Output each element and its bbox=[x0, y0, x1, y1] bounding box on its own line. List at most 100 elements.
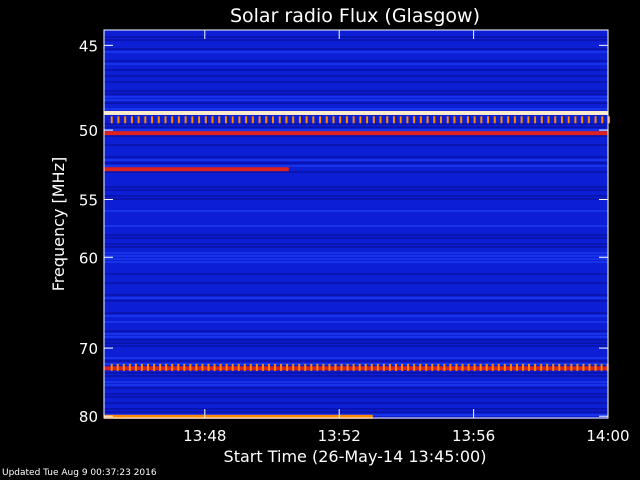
burst-mark bbox=[480, 116, 483, 124]
burst-mark bbox=[406, 116, 409, 124]
burst-mark bbox=[399, 116, 402, 124]
heatmap-background bbox=[104, 30, 608, 418]
heatmap-band bbox=[104, 396, 608, 398]
burst-mark bbox=[211, 116, 214, 124]
heatmap-band bbox=[104, 189, 608, 191]
heatmap-band bbox=[104, 357, 608, 359]
heatmap-band bbox=[104, 102, 608, 104]
heatmap-band bbox=[104, 108, 608, 110]
burst-mark bbox=[243, 363, 246, 371]
heatmap-band bbox=[104, 36, 608, 38]
burst-mark bbox=[552, 363, 555, 371]
heatmap-band bbox=[104, 144, 608, 146]
burst-mark bbox=[493, 116, 496, 124]
burst-mark bbox=[110, 116, 113, 124]
burst-mark bbox=[128, 363, 131, 371]
burst-mark bbox=[520, 116, 523, 124]
heatmap-band bbox=[104, 252, 608, 254]
heatmap-band bbox=[104, 333, 608, 335]
burst-mark bbox=[443, 363, 446, 371]
burst-mark bbox=[370, 363, 373, 371]
burst-mark bbox=[446, 116, 449, 124]
burst-mark bbox=[346, 363, 349, 371]
burst-mark bbox=[312, 116, 315, 124]
burst-mark bbox=[479, 363, 482, 371]
burst-mark bbox=[134, 363, 137, 371]
burst-mark bbox=[339, 116, 342, 124]
heatmap-band bbox=[104, 300, 608, 302]
heatmap-band bbox=[104, 171, 608, 173]
heatmap-band bbox=[104, 360, 608, 362]
burst-mark bbox=[587, 116, 590, 124]
burst-mark bbox=[564, 363, 567, 371]
burst-mark bbox=[485, 363, 488, 371]
burst-mark bbox=[319, 116, 322, 124]
burst-mark bbox=[600, 363, 603, 371]
spectrogram-chart: 45 50 55 60 70 80 13:48 13:52 13:56 14:00 Solar r… bbox=[49, 5, 630, 466]
burst-mark bbox=[328, 363, 331, 371]
heatmap-band bbox=[104, 198, 608, 200]
y-axis-label: Frequency [MHz] bbox=[49, 157, 68, 291]
burst-mark bbox=[231, 363, 234, 371]
burst-mark bbox=[503, 363, 506, 371]
burst-mark bbox=[419, 363, 422, 371]
burst-mark bbox=[419, 116, 422, 124]
heatmap-band bbox=[104, 393, 608, 395]
heatmap-band bbox=[104, 159, 608, 161]
heatmap-band bbox=[104, 408, 608, 410]
heatmap-band bbox=[104, 402, 608, 404]
burst-mark bbox=[224, 116, 227, 124]
burst-mark bbox=[298, 116, 301, 124]
heatmap-band bbox=[104, 210, 608, 212]
heatmap-band bbox=[104, 75, 608, 77]
heatmap-band bbox=[104, 387, 608, 389]
emission-line bbox=[104, 110, 608, 115]
burst-mark bbox=[487, 116, 490, 124]
burst-mark bbox=[280, 363, 283, 371]
burst-mark bbox=[272, 116, 274, 124]
burst-mark bbox=[117, 116, 120, 124]
heatmap-band bbox=[104, 90, 608, 92]
y-tick-label: 45 bbox=[79, 37, 98, 55]
burst-mark bbox=[184, 116, 187, 124]
burst-mark bbox=[546, 363, 549, 371]
burst-mark bbox=[534, 363, 537, 371]
heatmap-band bbox=[104, 135, 608, 137]
burst-mark bbox=[473, 116, 476, 124]
burst-mark bbox=[594, 363, 597, 371]
update-timestamp: Updated Tue Aug 9 00:37:23 2016 bbox=[2, 468, 157, 478]
burst-mark bbox=[116, 363, 119, 371]
burst-mark bbox=[386, 116, 389, 124]
burst-mark bbox=[267, 363, 270, 371]
burst-mark bbox=[292, 363, 295, 371]
burst-mark bbox=[305, 116, 308, 124]
heatmap-band bbox=[104, 243, 608, 245]
heatmap-band bbox=[104, 234, 608, 236]
y-tick-label: 80 bbox=[79, 408, 98, 426]
burst-mark bbox=[453, 116, 456, 124]
burst-mark bbox=[366, 116, 369, 124]
burst-mark bbox=[130, 116, 133, 124]
burst-mark bbox=[594, 116, 597, 124]
burst-mark bbox=[379, 116, 382, 124]
burst-mark bbox=[581, 116, 584, 124]
burst-mark bbox=[304, 363, 307, 371]
burst-mark bbox=[382, 363, 385, 371]
heatmap-band bbox=[104, 195, 608, 197]
burst-mark bbox=[466, 116, 469, 124]
burst-mark bbox=[394, 363, 397, 371]
heatmap-band bbox=[104, 96, 608, 98]
heatmap-band bbox=[104, 165, 608, 167]
burst-mark bbox=[567, 116, 570, 124]
burst-mark bbox=[157, 116, 160, 124]
burst-mark bbox=[265, 116, 268, 124]
burst-mark bbox=[322, 363, 325, 371]
y-tick-label: 70 bbox=[79, 340, 98, 358]
burst-mark bbox=[251, 116, 254, 124]
heatmap-band bbox=[104, 411, 608, 413]
burst-mark bbox=[325, 116, 328, 124]
burst-mark bbox=[225, 363, 228, 371]
heatmap-band bbox=[104, 342, 608, 344]
heatmap-band bbox=[104, 345, 608, 347]
heatmap-band bbox=[104, 363, 608, 365]
